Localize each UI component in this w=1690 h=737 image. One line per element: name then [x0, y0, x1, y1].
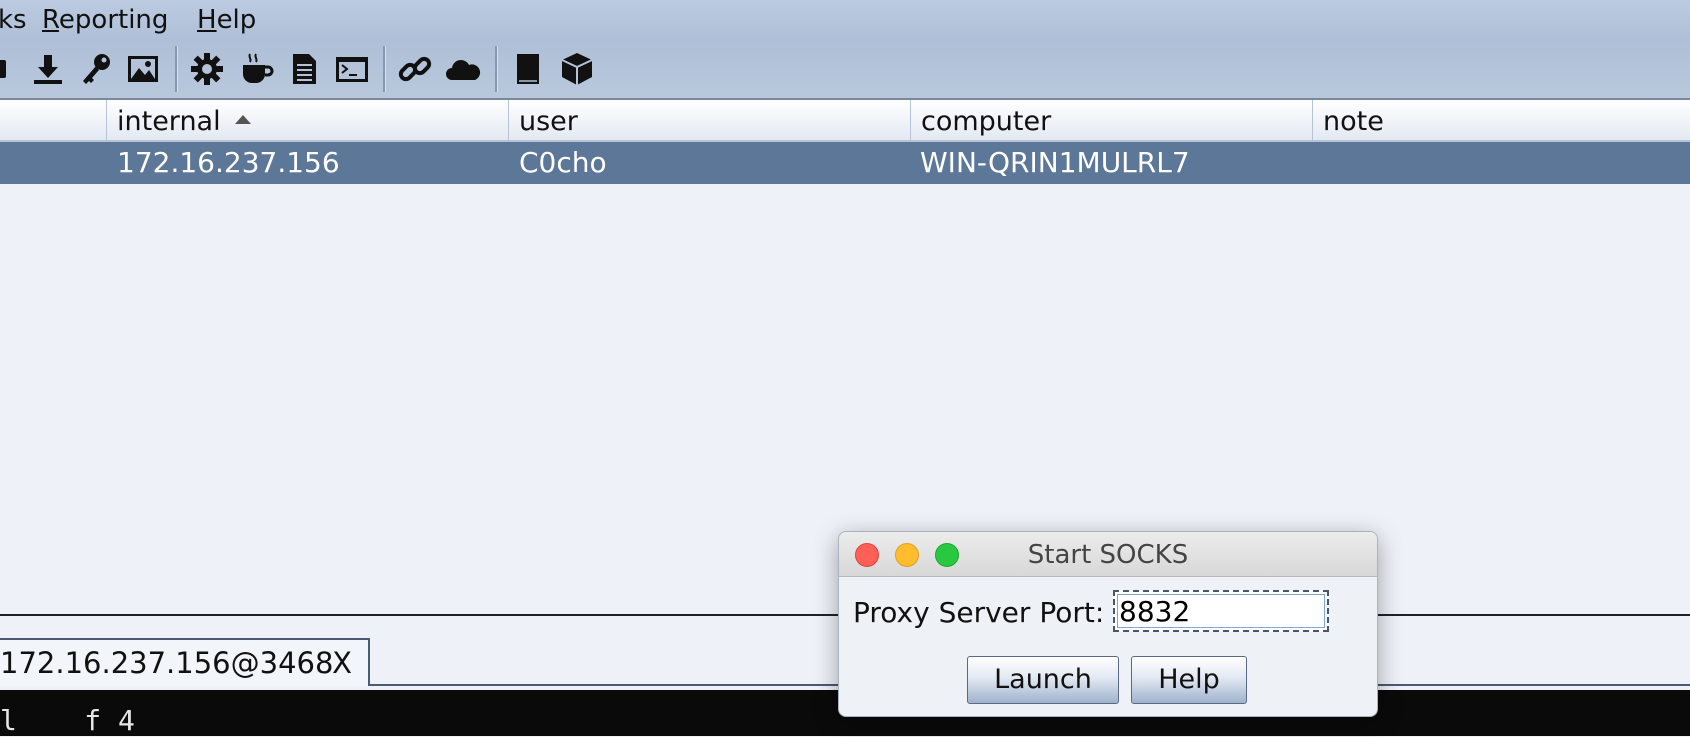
cell-computer: WIN-QRIN1MULRL7 — [920, 146, 1190, 179]
cell-internal: 172.16.237.156 — [117, 146, 340, 179]
column-header-label: internal — [117, 106, 221, 137]
tab-beacon-session[interactable]: 172.16.237.156@3468 X — [0, 638, 370, 686]
start-socks-dialog: Start SOCKS Proxy Server Port: Launch He… — [838, 531, 1378, 717]
cell-user: C0cho — [519, 146, 607, 179]
menu-bar: ks Reporting Help — [0, 0, 1690, 40]
key-icon[interactable] — [77, 50, 115, 88]
download-icon[interactable] — [29, 50, 67, 88]
column-header-internal[interactable]: internal — [106, 100, 509, 140]
tab-label: 172.16.237.156@3468 — [0, 646, 334, 680]
gear-icon[interactable] — [188, 50, 226, 88]
menu-item-attacks[interactable]: ks — [0, 0, 27, 40]
table-row[interactable]: 172.16.237.156 C0cho WIN-QRIN1MULRL7 — [0, 142, 1690, 184]
proxy-port-label: Proxy Server Port: — [853, 596, 1105, 629]
sort-ascending-icon — [234, 115, 251, 124]
console-output: l f 4 — [0, 704, 135, 737]
dialog-titlebar[interactable]: Start SOCKS — [839, 532, 1377, 577]
book-icon[interactable] — [509, 50, 547, 88]
toolbar-separator — [383, 46, 386, 92]
screenshot-icon[interactable] — [124, 50, 162, 88]
menu-item-attacks-label: ks — [0, 5, 27, 35]
help-button[interactable]: Help — [1131, 656, 1247, 704]
menu-mnemonic: R — [42, 5, 59, 35]
menu-item-help-label: elp — [216, 5, 257, 35]
proxy-port-input[interactable] — [1113, 590, 1329, 632]
terminal-icon[interactable] — [333, 50, 371, 88]
column-header-computer[interactable]: computer — [910, 100, 1312, 140]
table-header: internal user computer note — [0, 100, 1690, 142]
menu-item-reporting-label: eporting — [58, 5, 169, 35]
column-header-label: computer — [921, 106, 1052, 137]
column-header-label: note — [1323, 106, 1384, 137]
column-header-note[interactable]: note — [1312, 100, 1690, 140]
toolbar — [0, 40, 1690, 100]
launch-button[interactable]: Launch — [967, 656, 1119, 704]
link-icon[interactable] — [396, 50, 434, 88]
cloud-icon[interactable] — [444, 50, 482, 88]
coffee-cup-icon[interactable] — [237, 50, 275, 88]
toolbar-separator — [495, 46, 498, 92]
menu-item-help[interactable]: Help — [197, 0, 256, 40]
menu-item-reporting[interactable]: Reporting — [42, 0, 168, 40]
package-icon[interactable] — [558, 50, 596, 88]
toolbar-separator — [175, 46, 178, 92]
column-header-label: user — [519, 106, 578, 137]
column-header-user[interactable]: user — [508, 100, 910, 140]
menu-mnemonic: H — [197, 5, 217, 35]
stop-icon[interactable] — [0, 50, 16, 88]
tab-close-button[interactable]: X — [332, 640, 352, 686]
dialog-title: Start SOCKS — [1027, 540, 1189, 570]
document-icon[interactable] — [285, 50, 323, 88]
